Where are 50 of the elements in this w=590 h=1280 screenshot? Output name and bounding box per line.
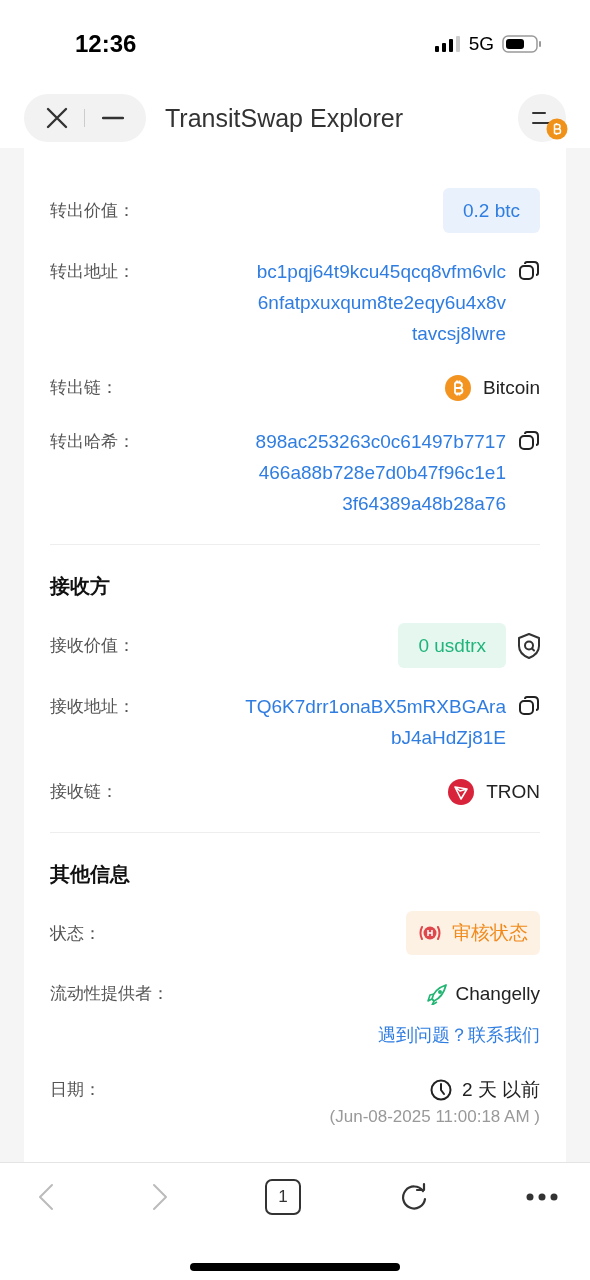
forward-icon xyxy=(151,1182,168,1211)
clock-time: 12:36 xyxy=(75,30,137,58)
address-link[interactable]: TQ6K7drr1onaBX5mRXBGAra bJ4aHdZj81E xyxy=(245,691,506,753)
contact-link[interactable]: 遇到问题？联系我们 xyxy=(378,1020,540,1051)
shield-search-icon[interactable] xyxy=(518,632,540,659)
close-button[interactable] xyxy=(46,107,69,129)
bitcoin-badge-icon xyxy=(546,118,568,140)
copy-icon[interactable] xyxy=(518,695,540,716)
more-icon xyxy=(526,1192,558,1201)
timestamp: (Jun-08-2025 11:00:18 AM ) xyxy=(329,1106,540,1128)
page-title: TransitSwap Explorer xyxy=(165,103,405,133)
tabs-button[interactable]: 1 xyxy=(265,1178,301,1215)
menu-icon xyxy=(532,109,552,127)
field-label: 流动性提供者： xyxy=(50,983,169,1005)
section-title: 其他信息 xyxy=(50,862,131,887)
field-label: 接收地址： xyxy=(50,696,135,718)
back-icon xyxy=(38,1182,54,1211)
chain-name: Bitcoin xyxy=(482,376,540,400)
amount-tag: 0.2 btc xyxy=(442,188,540,233)
network-label: 5G xyxy=(468,33,494,55)
address-link[interactable]: bc1pqj64t9kcu45qcq8vfm6vlc 6nfatpxuxqum8te2eqy6u4x8v tavcsj8lwre xyxy=(256,256,506,349)
tron-icon xyxy=(448,778,475,805)
signal-icon xyxy=(434,36,461,52)
copy-icon[interactable] xyxy=(518,260,540,281)
field-label: 状态： xyxy=(50,922,101,945)
bitcoin-icon xyxy=(444,374,471,401)
section-title: 接收方 xyxy=(50,574,111,599)
address-link[interactable]: 898ac253263c0c61497b7717 466a88b728e7d0b47f96c1e1 3f64389a48b28a76 xyxy=(255,426,506,519)
field-label: 转出哈希： xyxy=(50,431,135,453)
status-tag: 审核状态 xyxy=(406,911,540,955)
copy-icon[interactable] xyxy=(518,430,540,451)
minimize-button[interactable] xyxy=(101,116,124,120)
field-label: 转出价值： xyxy=(50,200,135,222)
more-button[interactable] xyxy=(526,1192,558,1201)
clock-icon xyxy=(429,1078,452,1101)
menu-button[interactable] xyxy=(518,94,566,142)
minimize-icon xyxy=(101,116,124,120)
field-label: 转出地址： xyxy=(50,261,135,283)
field-label: 日期： xyxy=(50,1079,101,1101)
field-label: 接收链： xyxy=(50,781,118,803)
field-label: 接收价值： xyxy=(50,635,135,657)
close-icon xyxy=(46,107,69,129)
field-label: 转出链： xyxy=(50,377,118,399)
battery-icon xyxy=(502,35,542,53)
amount-tag: 0 usdtrx xyxy=(398,623,506,668)
status-icon xyxy=(418,923,442,943)
relative-time: 2 天 以前 xyxy=(461,1078,540,1102)
provider-name: Changelly xyxy=(455,982,540,1006)
rocket-icon xyxy=(425,982,448,1005)
chain-name: TRON xyxy=(486,780,540,804)
